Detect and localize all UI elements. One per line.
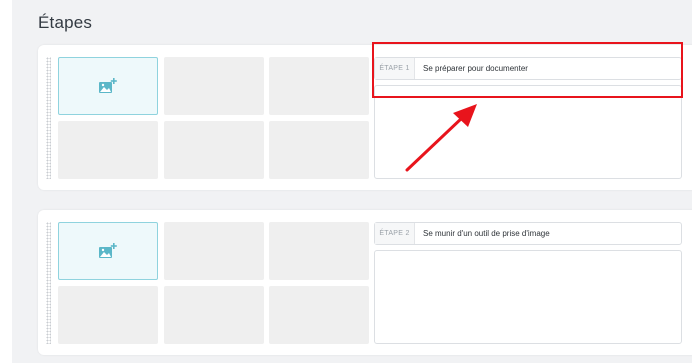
add-image-icon (99, 78, 117, 93)
image-slot[interactable] (58, 121, 158, 179)
step-number-label: ÉTAPE 1 (375, 58, 415, 79)
image-slot[interactable] (269, 222, 369, 280)
add-image-button[interactable] (58, 222, 158, 280)
step-body-editor[interactable] (374, 250, 682, 344)
step-card-1: ÉTAPE 1 Se préparer pour documenter (38, 45, 692, 190)
add-image-icon (99, 243, 117, 258)
image-slot[interactable] (269, 57, 369, 115)
step-title-input[interactable]: Se munir d'un outil de prise d'image (415, 229, 550, 238)
step-title-input[interactable]: Se préparer pour documenter (415, 64, 528, 73)
image-slot[interactable] (58, 286, 158, 344)
step-title-field[interactable]: ÉTAPE 1 Se préparer pour documenter (374, 57, 682, 80)
image-slot[interactable] (269, 286, 369, 344)
step-title-field[interactable]: ÉTAPE 2 Se munir d'un outil de prise d'i… (374, 222, 682, 245)
drag-handle-icon[interactable] (46, 57, 51, 179)
step-number-label: ÉTAPE 2 (375, 223, 415, 244)
page-title: Étapes (38, 13, 93, 32)
drag-handle-icon[interactable] (46, 222, 51, 344)
image-slot[interactable] (164, 286, 264, 344)
step-card-2: ÉTAPE 2 Se munir d'un outil de prise d'i… (38, 210, 692, 355)
step-body-editor[interactable] (374, 85, 682, 179)
image-slot[interactable] (164, 222, 264, 280)
image-slot[interactable] (164, 121, 264, 179)
image-slot[interactable] (269, 121, 369, 179)
add-image-button[interactable] (58, 57, 158, 115)
image-slot[interactable] (164, 57, 264, 115)
